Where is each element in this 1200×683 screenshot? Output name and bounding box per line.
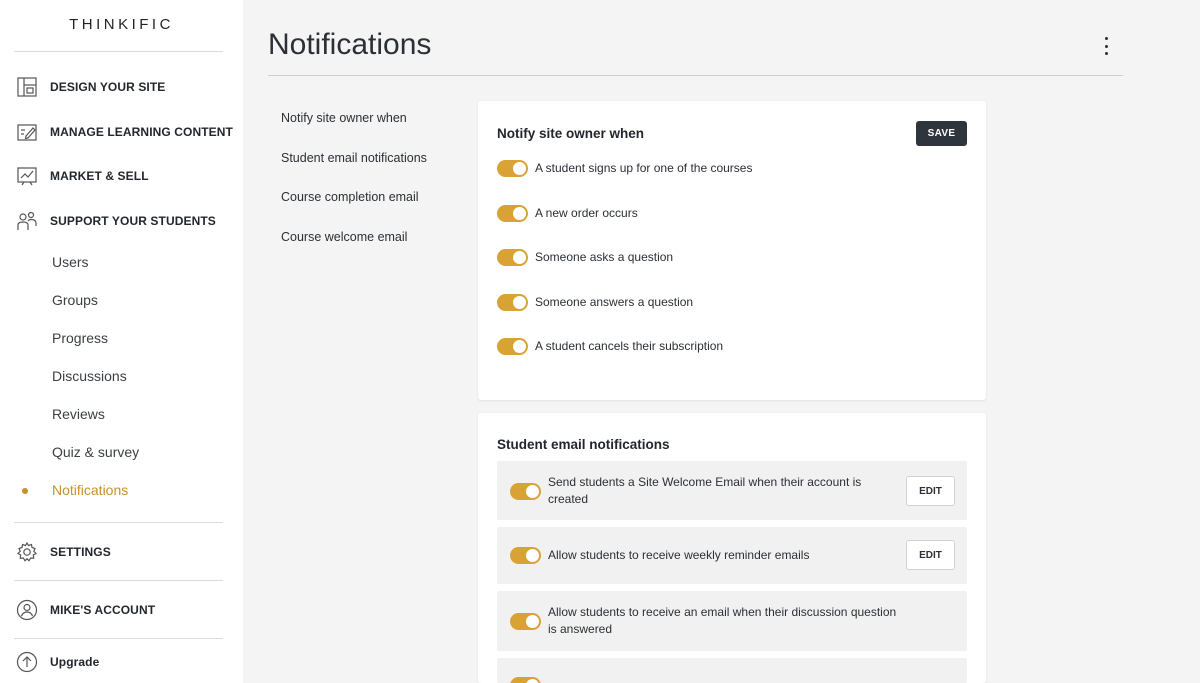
page-title: Notifications xyxy=(268,28,432,61)
sidebar-item-discussions[interactable]: Discussions xyxy=(52,367,127,385)
email-setting-row xyxy=(497,658,967,683)
email-setting-text: Send students a Site Welcome Email when … xyxy=(548,474,861,508)
email-setting-row: Allow students to receive weekly reminde… xyxy=(497,527,967,584)
sidebar-item-quiz-survey[interactable]: Quiz & survey xyxy=(52,443,139,461)
sidebar-item-notifications[interactable]: Notifications xyxy=(52,481,128,499)
people-icon xyxy=(16,210,38,232)
email-setting-line: Allow students to receive weekly reminde… xyxy=(548,548,810,562)
section-link-course-completion[interactable]: Course completion email xyxy=(281,190,419,204)
sidebar-divider xyxy=(14,51,223,52)
sidebar-item-manage-learning-content[interactable]: MANAGE LEARNING CONTENT xyxy=(16,121,233,143)
email-setting-text: Allow students to receive an email when … xyxy=(548,604,896,638)
sidebar-item-progress[interactable]: Progress xyxy=(52,329,108,347)
active-indicator xyxy=(22,488,28,494)
toggle-switch[interactable] xyxy=(510,547,541,564)
toggle-row: A student cancels their subscription xyxy=(497,336,723,356)
toggle-switch[interactable] xyxy=(497,337,528,355)
sidebar-item-label: DESIGN YOUR SITE xyxy=(50,80,166,94)
sidebar-item-label: MIKE'S ACCOUNT xyxy=(50,603,156,617)
edit-button[interactable]: EDIT xyxy=(906,476,955,506)
email-setting-row: Allow students to receive an email when … xyxy=(497,591,967,651)
arrow-up-circle-icon xyxy=(16,651,38,673)
section-link-notify-site-owner[interactable]: Notify site owner when xyxy=(281,111,407,125)
sidebar-item-account[interactable]: MIKE'S ACCOUNT xyxy=(16,599,155,621)
sidebar-item-users[interactable]: Users xyxy=(52,253,89,271)
sidebar-item-support-your-students[interactable]: SUPPORT YOUR STUDENTS xyxy=(16,210,216,232)
sidebar-item-label: Upgrade xyxy=(50,655,100,669)
header-divider xyxy=(268,75,1123,76)
sidebar-item-design-your-site[interactable]: DESIGN YOUR SITE xyxy=(16,76,165,98)
toggle-label: A student cancels their subscription xyxy=(535,339,724,353)
logo[interactable]: THINKIFIC xyxy=(0,16,243,33)
toggle-switch[interactable] xyxy=(510,613,541,630)
sidebar-divider xyxy=(14,638,223,639)
toggle-row: A student signs up for one of the course… xyxy=(497,158,752,178)
toggle-switch[interactable] xyxy=(497,159,528,177)
toggle-switch[interactable] xyxy=(510,677,541,683)
sidebar-item-market-sell[interactable]: MARKET & SELL xyxy=(16,165,149,187)
email-setting-text: Allow students to receive weekly reminde… xyxy=(548,547,809,564)
toggle-switch[interactable] xyxy=(510,483,541,500)
section-link-student-email[interactable]: Student email notifications xyxy=(281,151,427,165)
sidebar-item-upgrade[interactable]: Upgrade xyxy=(16,651,99,673)
edit-button[interactable]: EDIT xyxy=(906,540,955,570)
sidebar-item-reviews[interactable]: Reviews xyxy=(52,405,105,423)
owner-notifications-card: Notify site owner when SAVE A student si… xyxy=(478,101,986,400)
email-setting-line: Allow students to receive an email when … xyxy=(548,605,897,619)
sidebar-item-groups[interactable]: Groups xyxy=(52,291,98,309)
chart-icon xyxy=(16,165,38,187)
user-circle-icon xyxy=(16,599,38,621)
toggle-row: Someone asks a question xyxy=(497,247,673,267)
sidebar-item-label: SUPPORT YOUR STUDENTS xyxy=(50,214,216,228)
sidebar-item-settings[interactable]: SETTINGS xyxy=(16,541,111,563)
email-setting-line: Send students a Site Welcome Email when … xyxy=(548,475,862,489)
email-setting-row: Send students a Site Welcome Email when … xyxy=(497,461,967,520)
sidebar: THINKIFIC DESIGN YOUR SITE MANAGE LEARNI… xyxy=(0,0,243,683)
layout-icon xyxy=(16,76,38,98)
sidebar-divider xyxy=(14,522,223,523)
toggle-label: Someone answers a question xyxy=(535,295,694,309)
toggle-switch[interactable] xyxy=(497,248,528,266)
sidebar-item-label: MARKET & SELL xyxy=(50,169,149,183)
email-setting-line: is answered xyxy=(548,622,613,636)
toggle-label: A new order occurs xyxy=(535,206,638,220)
edit-content-icon xyxy=(16,121,38,143)
save-button[interactable]: SAVE xyxy=(916,121,967,146)
sidebar-divider xyxy=(14,580,223,581)
toggle-switch[interactable] xyxy=(497,204,528,222)
student-email-card: Student email notifications Send student… xyxy=(478,413,986,683)
toggle-row: A new order occurs xyxy=(497,203,638,223)
card-title: Notify site owner when xyxy=(497,126,645,141)
email-setting-line: created xyxy=(548,492,589,506)
kebab-menu-icon[interactable] xyxy=(1100,37,1112,55)
sidebar-item-label: MANAGE LEARNING CONTENT xyxy=(50,125,233,139)
sidebar-item-label: SETTINGS xyxy=(50,545,111,559)
toggle-label: Someone asks a question xyxy=(535,250,674,264)
gear-icon xyxy=(16,541,38,563)
toggle-switch[interactable] xyxy=(497,293,528,311)
toggle-row: Someone answers a question xyxy=(497,292,693,312)
card-title: Student email notifications xyxy=(497,437,670,452)
section-link-course-welcome[interactable]: Course welcome email xyxy=(281,230,407,244)
toggle-label: A student signs up for one of the course… xyxy=(535,161,753,175)
